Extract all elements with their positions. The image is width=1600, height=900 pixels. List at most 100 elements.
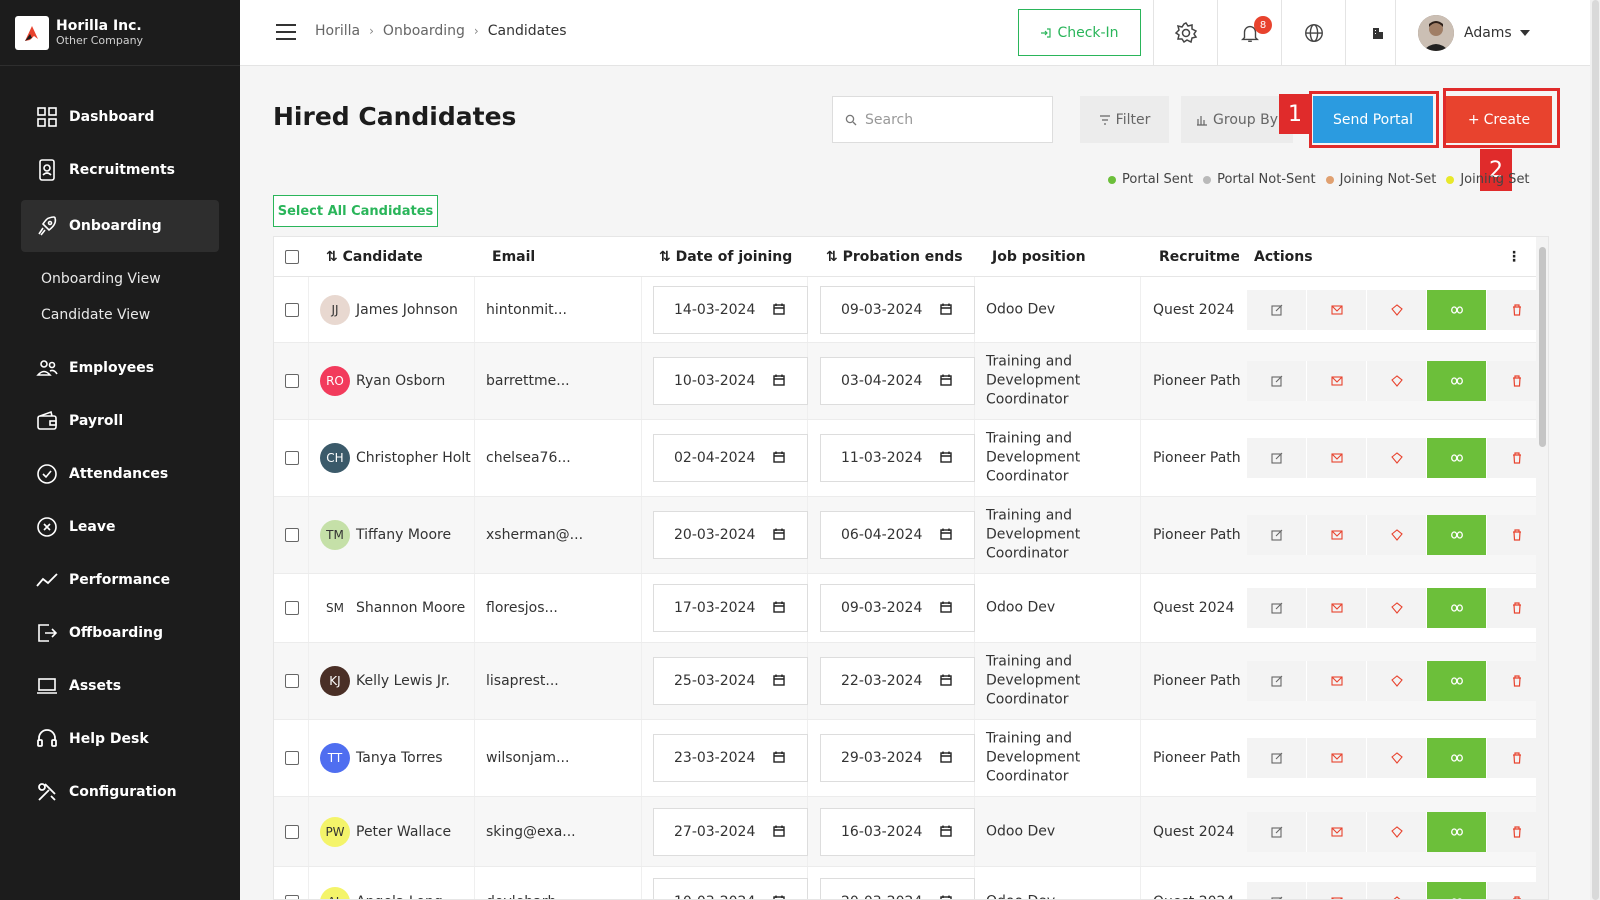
probation-date-input[interactable]: 22-03-2024 — [820, 657, 975, 705]
portal-link-button[interactable] — [1427, 738, 1487, 778]
row-checkbox[interactable] — [285, 374, 299, 388]
probation-date-input[interactable]: 16-03-2024 — [820, 807, 975, 856]
sidebar-item-employees[interactable]: Employees — [21, 342, 219, 394]
candidate-cell[interactable]: JJ James Johnson — [320, 294, 458, 325]
joining-date-input[interactable]: 17-03-2024 — [653, 584, 808, 632]
candidate-cell[interactable]: PW Peter Wallace — [320, 816, 451, 847]
table-scrollbar[interactable] — [1536, 237, 1548, 899]
send-mail-button[interactable] — [1307, 515, 1367, 555]
row-checkbox[interactable] — [285, 824, 299, 839]
joining-date-input[interactable]: 23-03-2024 — [653, 734, 808, 782]
subnav-candidate-view[interactable]: Candidate View — [41, 307, 150, 323]
scrollbar-thumb[interactable] — [1539, 247, 1546, 447]
notifications-button[interactable]: 8 — [1217, 0, 1281, 66]
row-checkbox[interactable] — [285, 894, 299, 899]
sidebar-item-assets[interactable]: Assets — [21, 660, 219, 712]
send-mail-button[interactable] — [1307, 361, 1367, 401]
portal-link-button[interactable] — [1427, 289, 1487, 330]
tag-button[interactable] — [1367, 588, 1427, 628]
group-by-button[interactable]: Group By — [1181, 96, 1293, 143]
select-all-button[interactable]: Select All Candidates — [273, 195, 438, 227]
send-mail-button[interactable] — [1307, 289, 1367, 330]
column-header-candidate[interactable]: ⇅ Candidate — [326, 249, 423, 265]
tag-button[interactable] — [1367, 361, 1427, 401]
user-menu[interactable]: Adams — [1395, 0, 1590, 66]
probation-date-input[interactable]: 20-03-2024 — [820, 877, 975, 899]
language-button[interactable] — [1281, 0, 1345, 66]
edit-button[interactable] — [1247, 738, 1307, 778]
portal-link-button[interactable] — [1427, 361, 1487, 401]
tag-button[interactable] — [1367, 289, 1427, 330]
settings-button[interactable] — [1153, 0, 1217, 66]
edit-button[interactable] — [1247, 361, 1307, 401]
portal-link-button[interactable] — [1427, 515, 1487, 555]
tag-button[interactable] — [1367, 881, 1427, 899]
sidebar-item-offboarding[interactable]: Offboarding — [21, 607, 219, 659]
portal-link-button[interactable] — [1427, 811, 1487, 852]
portal-link-button[interactable] — [1427, 438, 1487, 478]
portal-link-button[interactable] — [1427, 588, 1487, 628]
probation-date-input[interactable]: 06-04-2024 — [820, 511, 975, 559]
candidate-cell[interactable]: CH Christopher Holt — [320, 443, 471, 473]
tag-button[interactable] — [1367, 738, 1427, 778]
page-scrollbar[interactable] — [1590, 0, 1600, 900]
row-checkbox[interactable] — [285, 451, 299, 465]
row-checkbox[interactable] — [285, 751, 299, 765]
row-checkbox[interactable] — [285, 302, 299, 317]
sidebar-item-onboarding[interactable]: Onboarding — [21, 200, 219, 252]
probation-date-input[interactable]: 11-03-2024 — [820, 434, 975, 482]
send-mail-button[interactable] — [1307, 738, 1367, 778]
breadcrumb-item[interactable]: Horilla — [315, 23, 360, 39]
sidebar-item-payroll[interactable]: Payroll — [21, 395, 219, 447]
search-input[interactable]: Search — [832, 96, 1053, 143]
send-mail-button[interactable] — [1307, 588, 1367, 628]
edit-button[interactable] — [1247, 515, 1307, 555]
filter-button[interactable]: Filter — [1080, 96, 1169, 143]
select-all-checkbox[interactable] — [285, 250, 299, 264]
candidate-cell[interactable]: TM Tiffany Moore — [320, 520, 451, 550]
sidebar-item-configuration[interactable]: Configuration — [21, 766, 219, 818]
probation-date-input[interactable]: 03-04-2024 — [820, 357, 975, 405]
candidate-cell[interactable]: KJ Kelly Lewis Jr. — [320, 666, 450, 696]
company-switcher[interactable]: Horilla Inc. Other Company — [0, 0, 240, 66]
joining-date-input[interactable]: 02-04-2024 — [653, 434, 808, 482]
sidebar-item-dashboard[interactable]: Dashboard — [21, 91, 219, 143]
sidebar-item-attendances[interactable]: Attendances — [21, 448, 219, 500]
candidate-cell[interactable]: SM Shannon Moore — [320, 593, 465, 623]
joining-date-input[interactable]: 14-03-2024 — [653, 285, 808, 334]
joining-date-input[interactable]: 27-03-2024 — [653, 807, 808, 856]
column-header-probation[interactable]: ⇅ Probation ends — [826, 249, 963, 265]
candidate-cell[interactable]: AL Angela Long — [320, 886, 443, 899]
send-mail-button[interactable] — [1307, 811, 1367, 852]
send-mail-button[interactable] — [1307, 881, 1367, 899]
candidate-cell[interactable]: TT Tanya Torres — [320, 743, 443, 773]
joining-date-input[interactable]: 10-03-2024 — [653, 877, 808, 899]
subnav-onboarding-view[interactable]: Onboarding View — [41, 271, 161, 287]
row-checkbox[interactable] — [285, 601, 299, 615]
breadcrumb-item[interactable]: Onboarding — [383, 23, 465, 39]
joining-date-input[interactable]: 10-03-2024 — [653, 357, 808, 405]
send-mail-button[interactable] — [1307, 661, 1367, 701]
edit-button[interactable] — [1247, 811, 1307, 852]
joining-date-input[interactable]: 20-03-2024 — [653, 511, 808, 559]
sidebar-item-performance[interactable]: Performance — [21, 554, 219, 606]
edit-button[interactable] — [1247, 661, 1307, 701]
menu-icon[interactable] — [276, 24, 296, 40]
sidebar-item-recruitments[interactable]: Recruitments — [21, 144, 219, 196]
joining-date-input[interactable]: 25-03-2024 — [653, 657, 808, 705]
scrollbar-thumb[interactable] — [1592, 0, 1599, 900]
edit-button[interactable] — [1247, 438, 1307, 478]
row-checkbox[interactable] — [285, 528, 299, 542]
portal-link-button[interactable] — [1427, 661, 1487, 701]
sidebar-item-help-desk[interactable]: Help Desk — [21, 713, 219, 765]
tag-button[interactable] — [1367, 811, 1427, 852]
more-vertical-icon[interactable]: ⋮ — [1507, 249, 1521, 265]
check-in-button[interactable]: Check-In — [1018, 9, 1141, 56]
probation-date-input[interactable]: 29-03-2024 — [820, 734, 975, 782]
column-header-joining[interactable]: ⇅ Date of joining — [659, 249, 792, 265]
edit-button[interactable] — [1247, 881, 1307, 899]
tag-button[interactable] — [1367, 438, 1427, 478]
candidate-cell[interactable]: RO Ryan Osborn — [320, 366, 445, 396]
edit-button[interactable] — [1247, 289, 1307, 330]
send-mail-button[interactable] — [1307, 438, 1367, 478]
